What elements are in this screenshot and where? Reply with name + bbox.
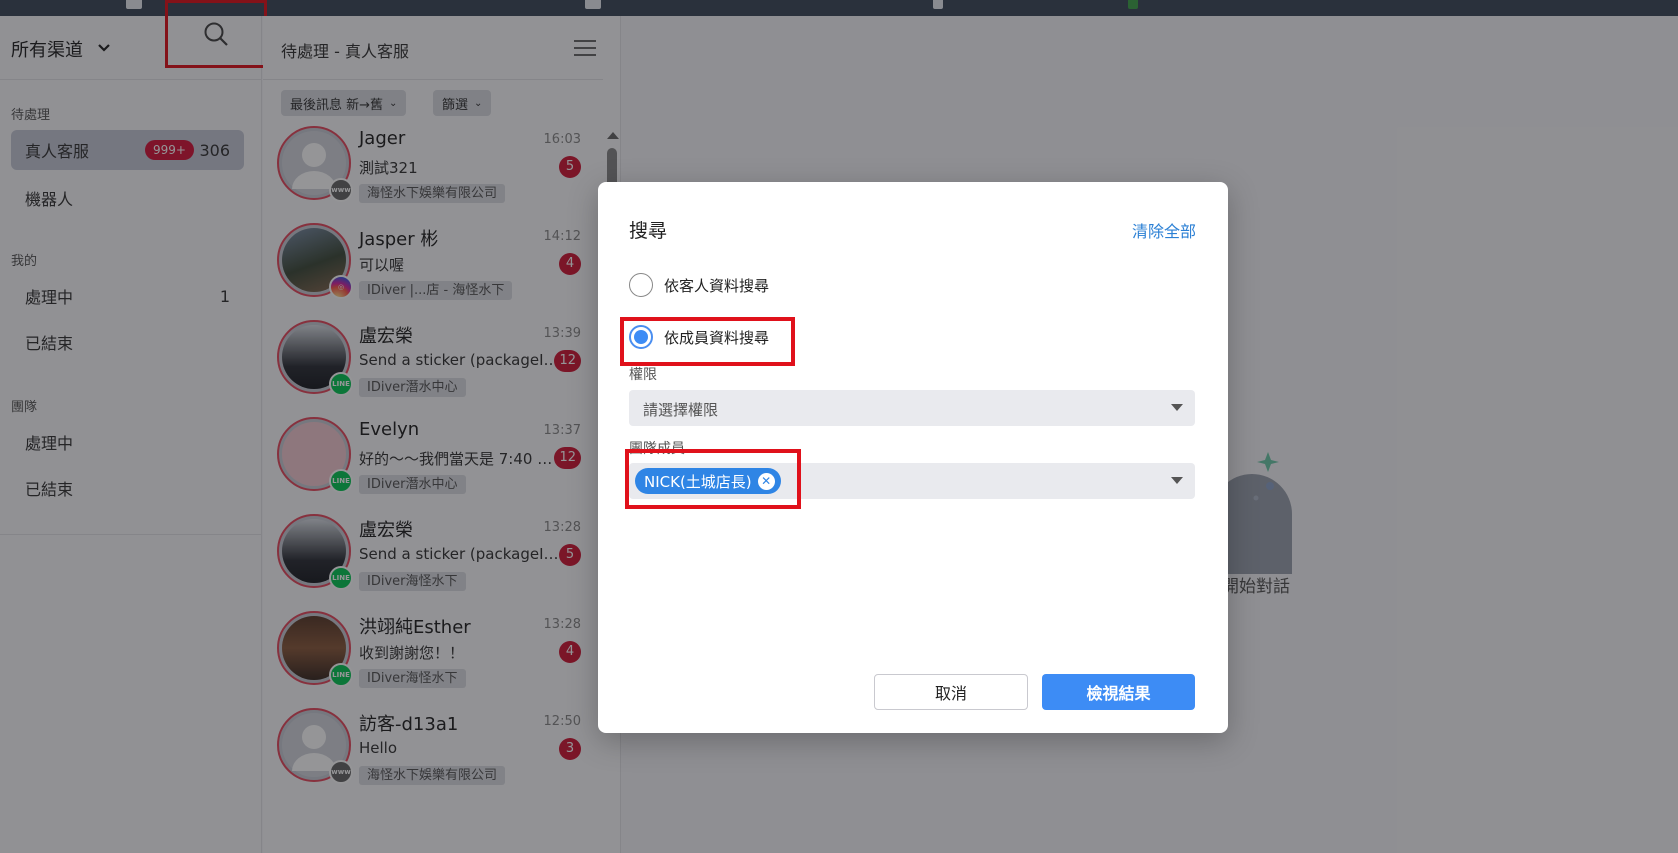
annotation-highlight-box	[625, 449, 801, 509]
cancel-button[interactable]: 取消	[874, 674, 1028, 710]
clear-all-link[interactable]: 清除全部	[1132, 218, 1196, 242]
radio-search-by-customer[interactable]: 依客人資料搜尋	[629, 271, 769, 299]
radio-label: 依客人資料搜尋	[664, 276, 770, 295]
radio-button[interactable]	[629, 273, 653, 297]
modal-title: 搜尋	[629, 220, 668, 242]
view-results-button[interactable]: 檢視結果	[1042, 674, 1195, 710]
permission-select[interactable]: 請選擇權限	[629, 390, 1195, 426]
search-modal: 搜尋 清除全部 依客人資料搜尋 依成員資料搜尋 權限 請選擇權限 團隊成員 NI…	[598, 182, 1228, 733]
caret-down-icon	[1171, 477, 1183, 484]
annotation-highlight-box	[620, 317, 795, 366]
caret-down-icon	[1171, 404, 1183, 411]
permission-label: 權限	[629, 367, 657, 383]
permission-placeholder: 請選擇權限	[643, 401, 719, 419]
